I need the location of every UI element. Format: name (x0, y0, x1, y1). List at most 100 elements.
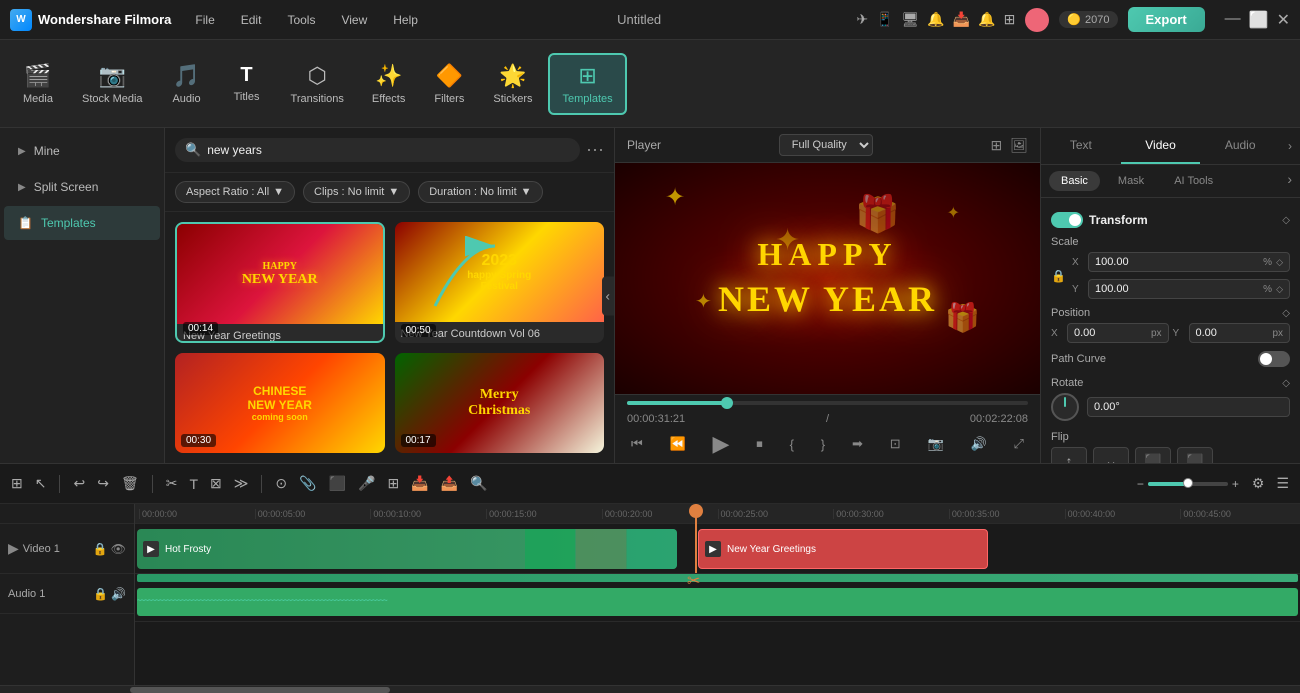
position-y-input[interactable]: 0.00 px (1189, 323, 1291, 343)
template-card-ny-greetings[interactable]: HAPPY NEW YEAR 00:14 New Year Greetings (175, 222, 385, 343)
template-card-xmas[interactable]: MerryChristmas 00:17 (395, 353, 605, 453)
tool-stickers[interactable]: 🌟 Stickers (481, 55, 544, 113)
download-icon[interactable]: 📥 (953, 11, 970, 28)
rotate-circle[interactable] (1051, 393, 1079, 421)
collapse-panel-button[interactable]: ‹ (602, 276, 614, 315)
minimize-icon[interactable]: 🖥 (901, 11, 919, 28)
import-media-icon[interactable]: 📥 (408, 472, 431, 495)
minimize-window-icon[interactable]: — (1225, 10, 1241, 30)
volume-icon[interactable]: 🔊 (970, 436, 986, 452)
trim-icon[interactable]: ⊠ (207, 472, 225, 495)
search-input[interactable] (207, 143, 570, 157)
bell-icon[interactable]: 🔔 (927, 11, 944, 28)
position-x-input[interactable]: 0.00 px (1067, 323, 1169, 343)
timeline-scrollbar-thumb[interactable] (130, 687, 390, 693)
export-media-icon[interactable]: 📤 (438, 472, 461, 495)
close-window-icon[interactable]: ✕ (1277, 10, 1290, 30)
menu-edit[interactable]: Edit (237, 11, 266, 29)
menu-view[interactable]: View (337, 11, 371, 29)
send-icon[interactable]: ✈ (856, 11, 868, 28)
timeline-split-icon[interactable]: ⊞ (8, 472, 26, 495)
cut-icon[interactable]: ✂ (163, 472, 181, 495)
subtab-ai-tools[interactable]: AI Tools (1162, 171, 1225, 191)
duration-filter[interactable]: Duration : No limit ▼ (418, 181, 542, 203)
subtab-mask[interactable]: Mask (1106, 171, 1156, 191)
timeline-scrollbar[interactable] (0, 685, 1300, 693)
timeline-select-icon[interactable]: ↖ (32, 472, 50, 495)
flip-vertical-button[interactable]: ↕ (1051, 447, 1087, 463)
stop-icon[interactable]: ⏹ (756, 436, 763, 452)
zoom-plus-icon[interactable]: + (1232, 477, 1239, 491)
quality-select[interactable]: Full Quality (779, 134, 873, 156)
scale-y-diamond-icon[interactable]: ◇ (1276, 284, 1283, 295)
subtab-basic[interactable]: Basic (1049, 171, 1100, 191)
step-back-icon[interactable]: ⏪ (670, 436, 686, 452)
marker-icon[interactable]: ⬛ (326, 472, 349, 495)
path-curve-toggle[interactable] (1258, 351, 1290, 367)
grid-icon[interactable]: ⊞ (1004, 11, 1016, 28)
tabs-more-icon[interactable]: › (1280, 128, 1300, 164)
tab-text[interactable]: Text (1041, 128, 1121, 164)
clip-hot-frosty[interactable]: ▶ Hot Frosty (137, 529, 677, 569)
fullscreen-icon[interactable]: ⤢ (1013, 436, 1023, 452)
video-track-add-icon[interactable]: ▶ (8, 540, 19, 557)
add-to-timeline-icon[interactable]: ➡ (852, 436, 863, 452)
mark-in-icon[interactable]: { (790, 437, 794, 452)
scale-lock-icon[interactable]: 🔒 (1051, 269, 1066, 283)
tool-effects[interactable]: ✨ Effects (360, 55, 417, 113)
tool-templates[interactable]: ⊞ Templates (548, 53, 626, 115)
audio-record-icon[interactable]: 🎤 (355, 472, 378, 495)
transform-keyframe-icon[interactable]: ◇ (1282, 215, 1290, 226)
tab-audio[interactable]: Audio (1200, 128, 1280, 164)
user-avatar[interactable] (1025, 8, 1049, 32)
notification-icon[interactable]: 🔔 (978, 11, 995, 28)
tool-audio[interactable]: 🎵 Audio (159, 55, 215, 113)
menu-file[interactable]: File (191, 11, 218, 29)
template-card-cny[interactable]: CHINESE NEW YEAR coming soon 00:30 (175, 353, 385, 453)
tool-stock-media[interactable]: 📷 Stock Media (70, 55, 155, 113)
image-view-icon[interactable]: 🖼 (1010, 137, 1028, 154)
tool-filters[interactable]: 🔶 Filters (421, 55, 477, 113)
scale-y-input[interactable]: 100.00 % ◇ (1088, 279, 1290, 299)
sidebar-item-split-screen[interactable]: ▶ Split Screen (4, 170, 160, 204)
transform-toggle[interactable] (1051, 212, 1083, 228)
flip-option4-button[interactable]: ⬛ (1177, 447, 1213, 463)
menu-tools[interactable]: Tools (283, 11, 319, 29)
menu-help[interactable]: Help (389, 11, 422, 29)
play-icon[interactable]: ▶ (713, 431, 730, 457)
sidebar-item-mine[interactable]: ▶ Mine (4, 134, 160, 168)
rotate-value-input[interactable]: 0.00° (1087, 397, 1290, 417)
undo-icon[interactable]: ↩ (70, 472, 88, 495)
fit-icon[interactable]: ⊡ (890, 436, 901, 452)
clips-filter[interactable]: Clips : No limit ▼ (303, 181, 410, 203)
audio-volume-icon[interactable]: 🔊 (111, 587, 126, 601)
go-start-icon[interactable]: ⏮ (631, 436, 643, 452)
audio-lock-icon[interactable]: 🔒 (93, 587, 108, 601)
video-eye-icon[interactable]: 👁 (111, 542, 126, 556)
zoom-bar[interactable] (1148, 482, 1228, 486)
zoom-minus-icon[interactable]: − (1137, 477, 1144, 491)
more-tools-icon[interactable]: ≫ (231, 472, 252, 495)
tl-more-icon[interactable]: ⊞ (384, 472, 402, 495)
redo-icon[interactable]: ↪ (94, 472, 112, 495)
scale-x-diamond-icon[interactable]: ◇ (1276, 257, 1283, 268)
tool-media[interactable]: 🎬 Media (10, 55, 66, 113)
maximize-window-icon[interactable]: ⬜ (1249, 10, 1269, 30)
export-button[interactable]: Export (1128, 7, 1205, 32)
snapshot-icon[interactable]: 📷 (927, 436, 943, 452)
aspect-ratio-filter[interactable]: Aspect Ratio : All ▼ (175, 181, 295, 203)
rotate-keyframe-icon[interactable]: ◇ (1282, 378, 1290, 389)
tab-video[interactable]: Video (1121, 128, 1201, 164)
ripple-icon[interactable]: ⊙ (272, 472, 290, 495)
scale-x-input[interactable]: 100.00 % ◇ (1088, 252, 1290, 272)
scissors-icon[interactable]: ✂ (687, 571, 700, 591)
delete-icon[interactable]: 🗑 (118, 472, 142, 495)
progress-bar[interactable] (627, 401, 1028, 405)
tool-transitions[interactable]: ⬡ Transitions (279, 55, 356, 113)
subtabs-more-icon[interactable]: › (1287, 171, 1292, 191)
template-card-ny-countdown[interactable]: 2023 happy Spring Festival 00:50 New Yea… (395, 222, 605, 343)
tool-titles[interactable]: T Titles (219, 56, 275, 111)
grid-view-icon[interactable]: ⊞ (990, 137, 1002, 154)
video-lock-icon[interactable]: 🔒 (93, 542, 108, 556)
flip-horizontal-button[interactable]: ↔ (1093, 447, 1129, 463)
